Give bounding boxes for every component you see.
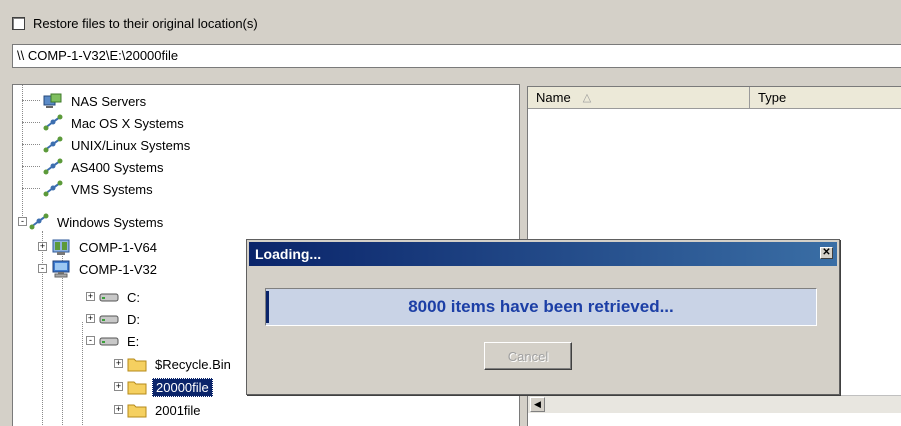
expand-icon[interactable]: +	[38, 242, 47, 251]
tree-item-label: AS400 Systems	[71, 159, 164, 175]
tree-item-vms-systems[interactable]: VMS Systems	[43, 178, 156, 200]
tree-item-unix-linux-systems[interactable]: UNIX/Linux Systems	[43, 134, 193, 156]
expand-icon[interactable]: +	[86, 314, 95, 323]
sort-up-icon: △	[582, 92, 592, 104]
expand-icon[interactable]: +	[114, 359, 123, 368]
tree-item-drive-c[interactable]: C:	[99, 286, 143, 308]
expand-icon[interactable]: +	[86, 292, 95, 301]
tree-item-label: VMS Systems	[71, 181, 153, 197]
collapse-icon[interactable]: -	[38, 264, 47, 273]
dialog-title: Loading...	[255, 246, 322, 262]
tree-item-label: $Recycle.Bin	[155, 356, 231, 372]
tree-item-recycle-bin[interactable]: $Recycle.Bin	[127, 353, 234, 375]
tree-item-label: D:	[127, 311, 140, 327]
progress-bar-fill	[266, 291, 269, 323]
folder-icon	[127, 355, 147, 373]
restore-original-location-checkbox[interactable]: Restore files to their original location…	[12, 12, 258, 34]
progress-message: 8000 items have been retrieved...	[408, 297, 674, 316]
tree-item-label: E:	[127, 333, 140, 349]
checkbox-box[interactable]	[12, 16, 25, 30]
tree-item-label: Windows Systems	[57, 214, 164, 230]
scroll-left-icon[interactable]: ◀	[530, 397, 545, 412]
tree-item-label: COMP-1-V64	[79, 239, 158, 255]
tree-item-drive-e[interactable]: E:	[99, 330, 142, 352]
loading-dialog: Loading... ✕ 8000 items have been retrie…	[246, 239, 840, 395]
tree-item-drive-d[interactable]: D:	[99, 308, 143, 330]
nas-server-icon	[43, 92, 63, 110]
computer-icon	[51, 260, 71, 278]
column-header-type[interactable]: Type	[750, 87, 901, 109]
horizontal-scrollbar[interactable]: ◀	[528, 395, 901, 413]
destination-path-field[interactable]: \\ COMP-1-V32\E:\20000file	[12, 44, 901, 68]
column-name-label: Name	[536, 90, 571, 105]
tree-item-mac-os-x-systems[interactable]: Mac OS X Systems	[43, 112, 187, 134]
drive-icon	[99, 310, 119, 328]
tree-item-windows-systems[interactable]: Windows Systems	[29, 211, 166, 233]
expand-icon[interactable]: +	[114, 382, 123, 391]
folder-icon	[127, 378, 147, 396]
dialog-titlebar[interactable]: Loading... ✕	[249, 242, 837, 266]
tree-item-label: NAS Servers	[71, 93, 147, 109]
tree-item-label: UNIX/Linux Systems	[71, 137, 191, 153]
tree-item-as400-systems[interactable]: AS400 Systems	[43, 156, 167, 178]
tree-item-2001file[interactable]: 2001file	[127, 399, 204, 421]
drive-icon	[99, 332, 119, 350]
cancel-button[interactable]: Cancel	[484, 342, 572, 370]
tree-item-label: 2001file	[155, 402, 201, 418]
tree-item-label: C:	[127, 289, 140, 305]
tree-item-label: Mac OS X Systems	[71, 115, 184, 131]
drive-icon	[99, 288, 119, 306]
tree-item-comp-1-v64[interactable]: COMP-1-V64	[51, 236, 160, 258]
tree-item-label: COMP-1-V32	[79, 261, 158, 277]
collapse-icon[interactable]: -	[18, 217, 27, 226]
column-header-name[interactable]: Name △	[528, 87, 750, 109]
tree-item-20000file[interactable]: 20000file	[127, 376, 213, 398]
folder-icon	[127, 401, 147, 419]
network-icon	[43, 114, 63, 132]
restore-checkbox-label: Restore files to their original location…	[33, 15, 258, 31]
tree-item-label: 20000file	[152, 377, 213, 397]
server-icon	[51, 238, 71, 256]
progress-bar: 8000 items have been retrieved...	[265, 288, 817, 326]
expand-icon[interactable]: +	[114, 405, 123, 414]
collapse-icon[interactable]: -	[86, 336, 95, 345]
column-type-label: Type	[758, 90, 787, 105]
network-icon	[43, 180, 63, 198]
list-header: Name △ Type	[528, 87, 901, 109]
tree-item-comp-1-v32[interactable]: COMP-1-V32	[51, 258, 160, 280]
tree-item-nas-servers[interactable]: NAS Servers	[43, 90, 149, 112]
network-icon	[29, 213, 49, 231]
close-icon[interactable]: ✕	[820, 247, 833, 259]
network-icon	[43, 158, 63, 176]
network-icon	[43, 136, 63, 154]
